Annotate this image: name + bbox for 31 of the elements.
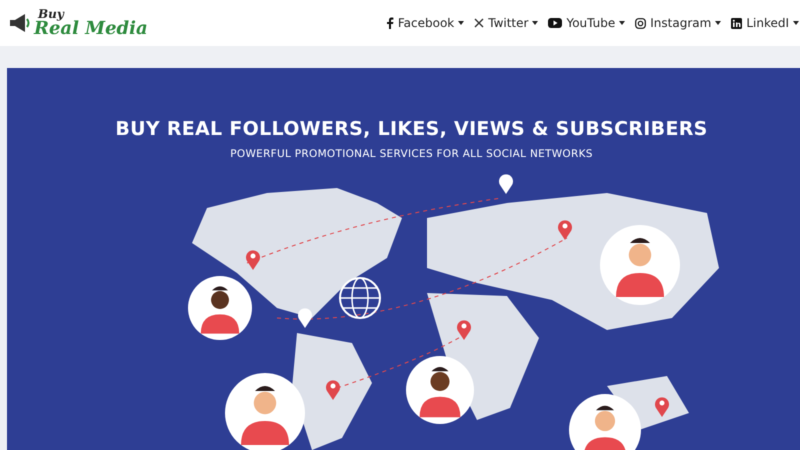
megaphone-icon <box>8 13 32 33</box>
map-pin-icon <box>499 174 513 194</box>
nav-menu-item[interactable]: Facebook <box>386 12 464 34</box>
caret-icon <box>532 21 538 25</box>
map-pin-icon <box>326 380 340 400</box>
globe-icon <box>339 277 381 319</box>
nav-menu-item[interactable]: YouTube <box>548 12 626 34</box>
nav-menu-item[interactable]: LinkedI <box>731 12 799 34</box>
caret-icon <box>458 21 464 25</box>
facebook-icon <box>386 17 394 29</box>
caret-icon <box>793 21 799 25</box>
caret-icon <box>715 21 722 25</box>
x-logo-icon <box>474 18 484 28</box>
map-pin-icon <box>558 220 572 240</box>
person-illustration <box>188 276 252 340</box>
linkedin-icon <box>731 18 742 28</box>
map-pin-icon <box>246 250 260 270</box>
camera-icon <box>635 18 646 28</box>
banner-subtitle: POWERFUL PROMOTIONAL SERVICES FOR ALL SOCIAL NETWORKS <box>230 148 593 160</box>
caret-icon <box>619 21 626 25</box>
map-pin-icon <box>298 308 312 328</box>
nav-menu-item[interactable]: Twitter <box>474 12 538 34</box>
logo-text: Buy <box>38 8 64 20</box>
person-illustration <box>406 356 474 424</box>
map-pin-icon <box>655 397 669 417</box>
logo-text: Real Media <box>34 20 148 38</box>
person-illustration <box>569 394 641 450</box>
nav-menu-item[interactable]: Instagram <box>635 12 722 34</box>
play-icon <box>548 18 562 28</box>
map-pin-icon <box>457 320 471 340</box>
banner-title: BUY REAL FOLLOWERS, LIKES, VIEWS & SUBSCRIBERS <box>115 118 708 140</box>
